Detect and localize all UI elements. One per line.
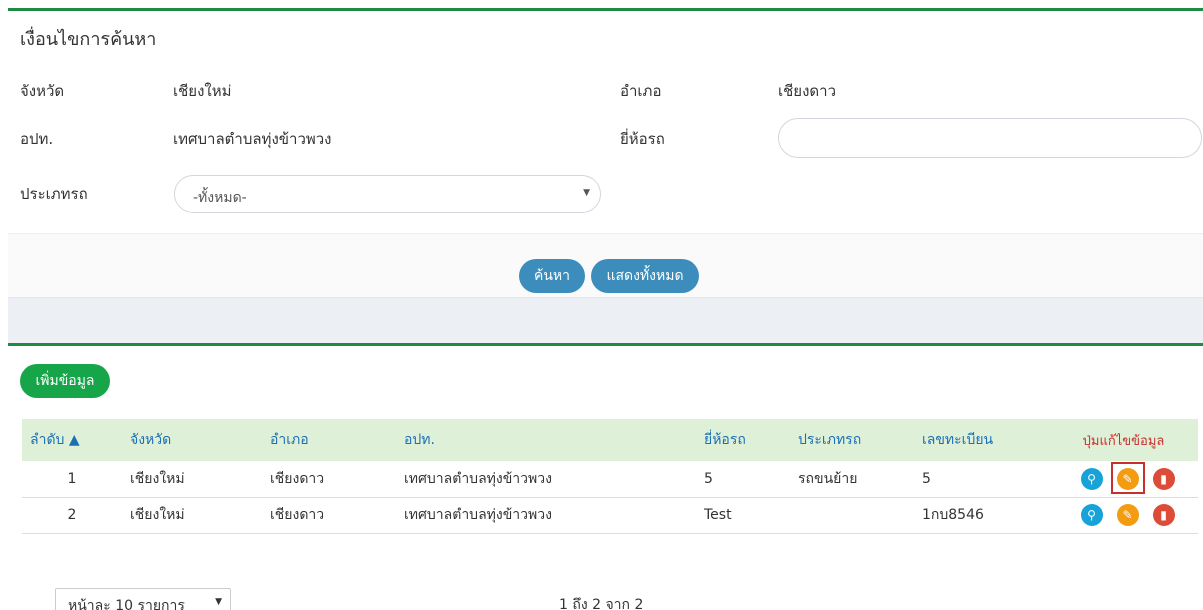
cell-no: 2 [67, 507, 77, 523]
chevron-down-icon: ▼ [583, 188, 590, 198]
org-label: อปท. [20, 130, 54, 148]
search-icon[interactable]: ⚲ [1080, 467, 1103, 490]
district-label: อำเภอ [620, 82, 662, 100]
cell-no: 1 [67, 470, 77, 487]
province-label: จังหวัด [20, 82, 65, 100]
brand-input[interactable] [778, 118, 1202, 158]
cell-actions: ⚲ ✎ ▮ [1049, 461, 1198, 497]
cell-org: เทศบาลตำบลทุ่งข้าวพวง [404, 470, 552, 487]
district-value: เชียงดาว [778, 82, 837, 100]
show-all-button[interactable]: แสดงทั้งหมด [591, 259, 699, 293]
data-table: ลำดับ ▲ จังหวัด อำเภอ อปท. ยี่ห้อรถ ประเ… [22, 419, 1198, 534]
panel-title: เงื่อนไขการค้นหา [20, 29, 157, 50]
col-type[interactable]: ประเภทรถ [790, 419, 914, 461]
cell-type [790, 497, 914, 533]
edit-highlight-box [1110, 461, 1145, 494]
cell-plate: 5 [922, 470, 931, 487]
type-select-value: -ทั้งหมด- [193, 190, 247, 206]
type-label: ประเภทรถ [20, 185, 88, 203]
trash-icon[interactable]: ▮ [1152, 467, 1175, 490]
table-row: 1 เชียงใหม่ เชียงดาว เทศบาลตำบลทุ่งข้าวพ… [22, 461, 1198, 497]
page-size-value: หน้าละ 10 รายการ [68, 598, 185, 610]
edit-icon[interactable]: ✎ [1116, 504, 1139, 526]
cell-brand: 5 [704, 470, 713, 487]
search-footer: ค้นหา แสดงทั้งหมด [8, 233, 1203, 298]
cell-district: เชียงดาว [270, 470, 325, 487]
cell-org: เทศบาลตำบลทุ่งข้าวพวง [404, 507, 552, 523]
table-header-row: ลำดับ ▲ จังหวัด อำเภอ อปท. ยี่ห้อรถ ประเ… [22, 419, 1198, 461]
cell-brand: Test [704, 507, 732, 523]
list-panel: เพิ่มข้อมูล ลำดับ ▲ จังหวัด อำเภอ อปท. ย… [8, 343, 1203, 610]
cell-plate: 1กบ8546 [922, 507, 984, 523]
cell-province: เชียงใหม่ [130, 470, 185, 487]
search-icon[interactable]: ⚲ [1080, 504, 1103, 526]
col-province[interactable]: จังหวัด [122, 419, 262, 461]
edit-icon[interactable]: ✎ [1110, 461, 1145, 494]
table-row: 2 เชียงใหม่ เชียงดาว เทศบาลตำบลทุ่งข้าวพ… [22, 497, 1198, 533]
col-plate[interactable]: เลขทะเบียน [914, 419, 1049, 461]
col-org[interactable]: อปท. [396, 419, 696, 461]
col-no[interactable]: ลำดับ ▲ [22, 419, 122, 461]
page-info: 1 ถึง 2 จาก 2 [559, 597, 644, 610]
cell-province: เชียงใหม่ [130, 507, 185, 523]
separator-band [8, 298, 1203, 343]
org-value: เทศบาลตำบลทุ่งข้าวพวง [173, 130, 332, 148]
page-size-select[interactable]: หน้าละ 10 รายการ ▼ [55, 588, 231, 610]
add-button[interactable]: เพิ่มข้อมูล [20, 364, 110, 398]
province-value: เชียงใหม่ [173, 82, 232, 100]
cell-district: เชียงดาว [270, 507, 325, 523]
col-brand[interactable]: ยี่ห้อรถ [696, 419, 790, 461]
chevron-down-icon: ▼ [215, 597, 222, 607]
type-select[interactable]: -ทั้งหมด- ▼ [174, 175, 601, 213]
search-button[interactable]: ค้นหา [519, 259, 585, 293]
cell-actions: ⚲ ✎ ▮ [1049, 497, 1198, 533]
brand-label: ยี่ห้อรถ [620, 130, 665, 148]
trash-icon[interactable]: ▮ [1152, 504, 1175, 526]
col-action: ปุ่มแก้ไขข้อมูล [1082, 433, 1165, 449]
cell-type: รถขนย้าย [798, 470, 858, 487]
col-district[interactable]: อำเภอ [262, 419, 396, 461]
search-panel: เงื่อนไขการค้นหา จังหวัด เชียงใหม่ อำเภอ… [8, 8, 1203, 298]
